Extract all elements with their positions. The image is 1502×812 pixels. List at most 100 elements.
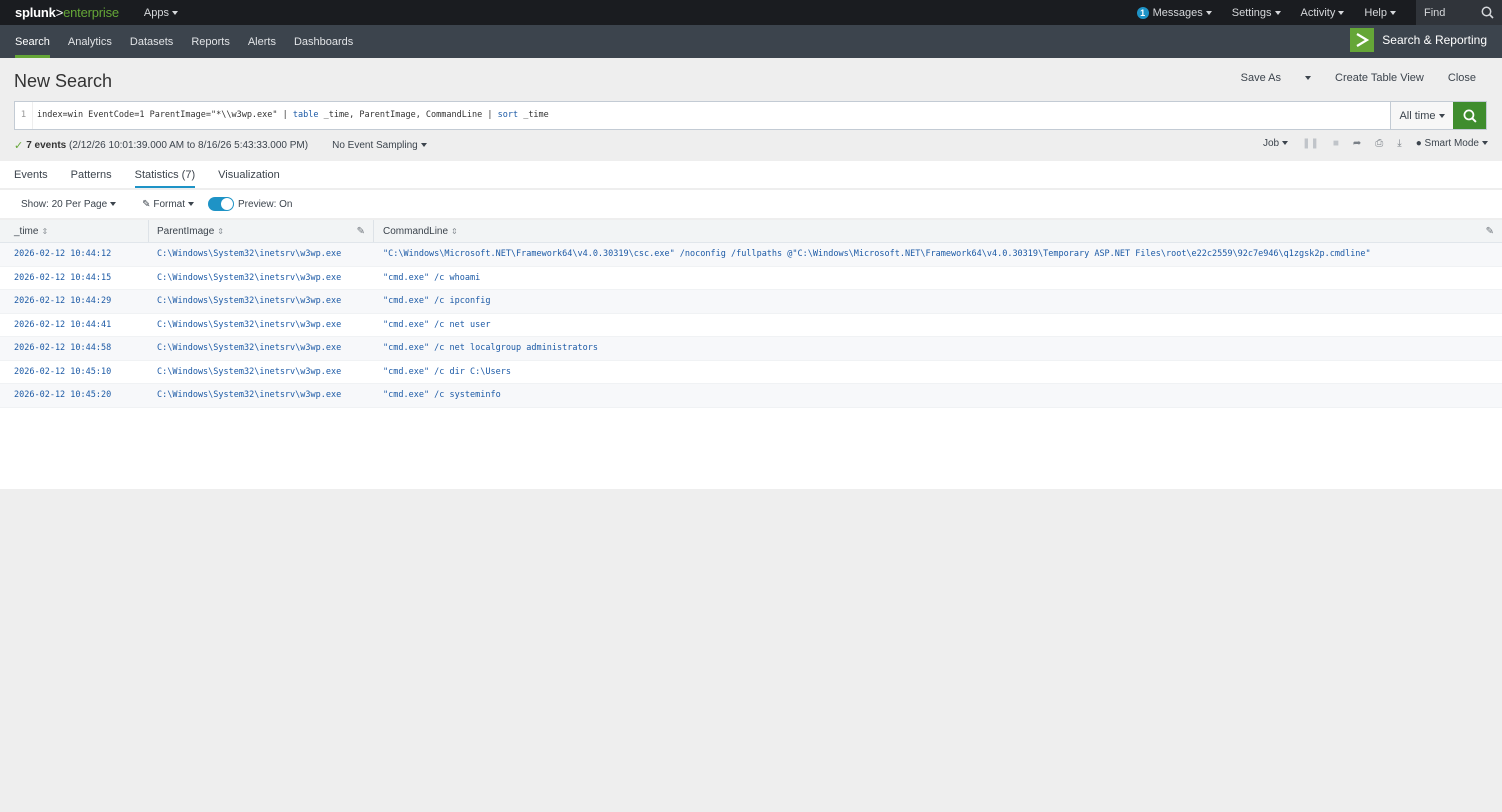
logo-brand: splunk [15, 5, 56, 20]
pencil-icon: ✎ [142, 198, 151, 210]
settings-menu[interactable]: Settings [1232, 7, 1281, 19]
per-page-menu[interactable]: Show: 20 Per Page [21, 199, 117, 210]
pencil-icon[interactable]: ✎ [1486, 226, 1494, 237]
cell-parentimage[interactable]: C:\Windows\System32\inetsrv\w3wp.exe [149, 249, 374, 259]
search-mode-label: Smart Mode [1424, 138, 1479, 149]
nav-reports[interactable]: Reports [182, 25, 239, 58]
column-header-parentimage[interactable]: ParentImage ⇕ ✎ [149, 220, 374, 242]
cell-parentimage[interactable]: C:\Windows\System32\inetsrv\w3wp.exe [149, 343, 374, 353]
chevron-down-icon [1338, 10, 1345, 15]
cell-commandline[interactable]: "cmd.exe" /c dir C:\Users [374, 367, 1502, 377]
lightbulb-icon: ● [1415, 138, 1422, 149]
time-range-picker[interactable]: All time [1390, 102, 1453, 129]
chevron-down-icon [172, 10, 178, 15]
query-text: _time, ParentImage, CommandLine | [318, 110, 498, 120]
page-header: New Search Save As Create Table View Clo… [0, 58, 1502, 100]
column-header-time[interactable]: _time ⇕ [0, 220, 149, 242]
cell-time[interactable]: 2026-02-12 10:44:12 [0, 249, 149, 259]
find-input[interactable]: Find [1416, 0, 1502, 25]
cell-time[interactable]: 2026-02-12 10:45:20 [0, 390, 149, 400]
save-as-label: Save As [1240, 72, 1281, 84]
export-icon[interactable]: ⤓ [1397, 138, 1401, 149]
time-span: (2/12/26 10:01:39.000 AM to 8/16/26 5:43… [69, 139, 309, 151]
job-menu[interactable]: Job [1262, 138, 1289, 149]
save-as-button[interactable]: Save As [1217, 72, 1311, 84]
tab-visualization[interactable]: Visualization [218, 161, 280, 188]
table-row: 2026-02-12 10:44:15 C:\Windows\System32\… [0, 267, 1502, 290]
cell-parentimage[interactable]: C:\Windows\System32\inetsrv\w3wp.exe [149, 273, 374, 283]
checkmark-icon: ✓ [14, 139, 24, 152]
table-row: 2026-02-12 10:44:29 C:\Windows\System32\… [0, 290, 1502, 314]
time-range-label: All time [1399, 109, 1436, 122]
chevron-down-icon [420, 142, 427, 147]
print-icon[interactable]: ⎙ [1375, 138, 1383, 149]
nav-datasets[interactable]: Datasets [121, 25, 182, 58]
pencil-icon[interactable]: ✎ [357, 226, 365, 237]
cell-parentimage[interactable]: C:\Windows\System32\inetsrv\w3wp.exe [149, 390, 374, 400]
cell-parentimage[interactable]: C:\Windows\System32\inetsrv\w3wp.exe [149, 320, 374, 330]
cell-time[interactable]: 2026-02-12 10:44:41 [0, 320, 149, 330]
splunk-logo[interactable]: splunk>enterprise [0, 5, 119, 20]
tab-patterns[interactable]: Patterns [71, 161, 112, 188]
job-menu-label: Job [1262, 138, 1280, 149]
share-icon[interactable]: ➦ [1353, 138, 1361, 149]
nav-alerts[interactable]: Alerts [239, 25, 285, 58]
help-menu-label: Help [1364, 6, 1387, 19]
cell-commandline[interactable]: "C:\Windows\Microsoft.NET\Framework64\v4… [374, 249, 1502, 259]
activity-menu-label: Activity [1300, 6, 1336, 19]
cell-commandline[interactable]: "cmd.exe" /c net user [374, 320, 1502, 330]
query-keyword: sort [497, 110, 519, 120]
cell-commandline[interactable]: "cmd.exe" /c whoami [374, 273, 1502, 283]
messages-menu[interactable]: 1 Messages [1136, 6, 1212, 19]
pause-icon[interactable]: ❚❚ [1302, 138, 1319, 149]
app-title[interactable]: Search & Reporting [1350, 28, 1487, 52]
cell-time[interactable]: 2026-02-12 10:45:10 [0, 367, 149, 377]
cell-time[interactable]: 2026-02-12 10:44:29 [0, 296, 149, 306]
chevron-down-icon [1205, 10, 1212, 15]
messages-count-badge: 1 [1136, 6, 1149, 19]
sort-icon: ⇕ [451, 226, 458, 236]
nav-dashboards[interactable]: Dashboards [285, 25, 362, 58]
cell-parentimage[interactable]: C:\Windows\System32\inetsrv\w3wp.exe [149, 367, 374, 377]
cell-commandline[interactable]: "cmd.exe" /c net localgroup administrato… [374, 343, 1502, 353]
chevron-down-icon [1438, 113, 1445, 118]
search-icon[interactable] [1481, 6, 1494, 19]
nav-search[interactable]: Search [6, 25, 59, 58]
event-count: 7 events [26, 139, 67, 151]
line-number: 1 [15, 102, 33, 129]
column-header-commandline[interactable]: CommandLine ⇕ ✎ [374, 220, 1502, 242]
results-toolbar: Show: 20 Per Page ✎ Format Preview: On [0, 190, 1502, 218]
column-header-label: _time [14, 225, 39, 237]
column-header-label: ParentImage [157, 225, 215, 237]
format-menu[interactable]: ✎ Format [142, 198, 195, 210]
close-button[interactable]: Close [1448, 72, 1476, 84]
sort-icon: ⇕ [217, 226, 224, 236]
cell-time[interactable]: 2026-02-12 10:44:58 [0, 343, 149, 353]
tab-statistics[interactable]: Statistics (7) [134, 161, 195, 188]
preview-toggle[interactable] [208, 197, 235, 211]
cell-commandline[interactable]: "cmd.exe" /c systeminfo [374, 390, 1502, 400]
apps-menu[interactable]: Apps [144, 7, 178, 19]
cell-commandline[interactable]: "cmd.exe" /c ipconfig [374, 296, 1502, 306]
chevron-down-icon [1482, 141, 1488, 146]
search-bar: 1 index=win EventCode=1 ParentImage="*\\… [14, 101, 1487, 130]
event-sampling-menu[interactable]: No Event Sampling [332, 140, 427, 151]
activity-menu[interactable]: Activity [1301, 7, 1345, 19]
cell-time[interactable]: 2026-02-12 10:44:15 [0, 273, 149, 283]
find-placeholder: Find [1424, 6, 1446, 19]
search-query-input[interactable]: index=win EventCode=1 ParentImage="*\\w3… [33, 102, 1390, 129]
chevron-down-icon [1274, 10, 1281, 15]
stop-icon[interactable]: ■ [1333, 138, 1339, 149]
table-header: _time ⇕ ParentImage ⇕ ✎ CommandLine ⇕ ✎ [0, 220, 1502, 243]
search-app-icon [1350, 28, 1375, 52]
table-row: 2026-02-12 10:44:12 C:\Windows\System32\… [0, 243, 1502, 267]
app-nav-bar: Search Analytics Datasets Reports Alerts… [0, 25, 1502, 58]
create-table-view-button[interactable]: Create Table View [1335, 72, 1424, 84]
cell-parentimage[interactable]: C:\Windows\System32\inetsrv\w3wp.exe [149, 296, 374, 306]
help-menu[interactable]: Help [1364, 7, 1396, 19]
search-mode-menu[interactable]: ● Smart Mode [1416, 138, 1488, 149]
run-search-button[interactable] [1453, 102, 1486, 129]
nav-analytics[interactable]: Analytics [59, 25, 121, 58]
column-header-label: CommandLine [383, 225, 449, 237]
tab-events[interactable]: Events [14, 161, 48, 188]
